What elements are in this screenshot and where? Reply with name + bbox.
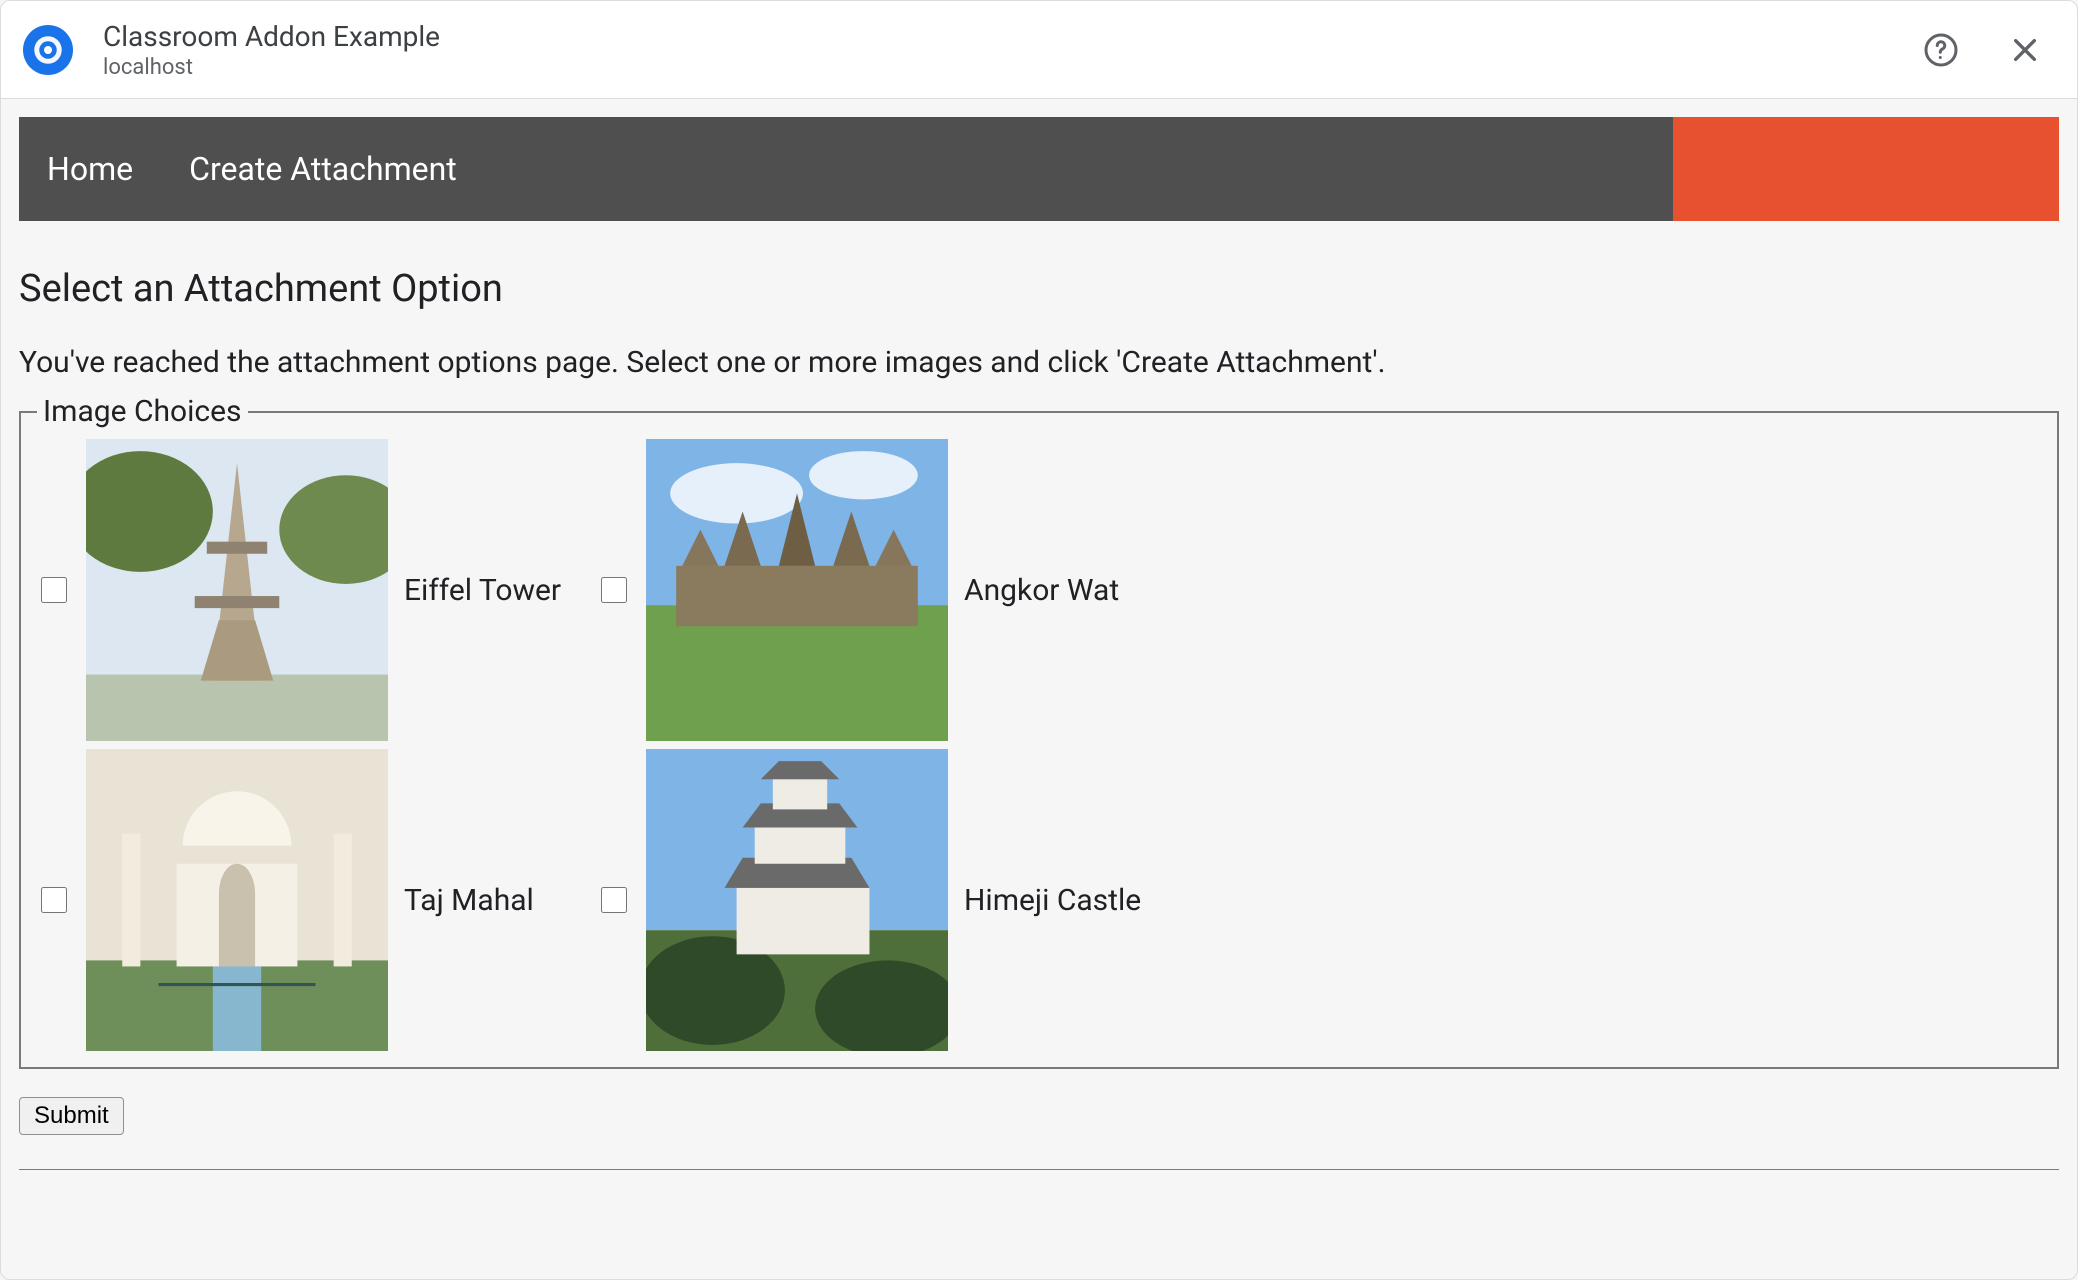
dialog-frame: Classroom Addon Example localhost Home C… bbox=[0, 0, 2078, 1280]
choice-thumbnail bbox=[86, 439, 388, 741]
dialog-subtitle: localhost bbox=[103, 55, 1881, 80]
dialog-body: Home Create Attachment Select an Attachm… bbox=[1, 99, 2077, 1198]
close-icon bbox=[2009, 34, 2041, 66]
header-titles: Classroom Addon Example localhost bbox=[103, 20, 1881, 80]
choice-angkor-wat: Angkor Wat bbox=[597, 439, 1157, 741]
taj-mahal-icon bbox=[86, 749, 388, 1051]
page-title: Select an Attachment Option bbox=[19, 267, 2059, 311]
choice-thumbnail bbox=[86, 749, 388, 1051]
choice-taj-mahal: Taj Mahal bbox=[37, 749, 597, 1051]
nav-accent bbox=[1673, 117, 2059, 221]
choice-checkbox[interactable] bbox=[601, 887, 627, 913]
submit-button[interactable]: Submit bbox=[19, 1097, 124, 1135]
nav-create-attachment[interactable]: Create Attachment bbox=[161, 117, 485, 221]
top-nav: Home Create Attachment bbox=[19, 117, 2059, 221]
help-button[interactable] bbox=[1917, 26, 1965, 74]
help-icon bbox=[1923, 32, 1959, 68]
fieldset-legend: Image Choices bbox=[37, 394, 248, 429]
choice-checkbox[interactable] bbox=[601, 577, 627, 603]
dialog-title: Classroom Addon Example bbox=[103, 20, 1881, 53]
close-button[interactable] bbox=[2001, 26, 2049, 74]
separator bbox=[19, 1169, 2059, 1170]
choice-checkbox[interactable] bbox=[41, 887, 67, 913]
choice-label: Himeji Castle bbox=[964, 883, 1141, 918]
angkor-wat-icon bbox=[646, 439, 948, 741]
choice-himeji-castle: Himeji Castle bbox=[597, 749, 1157, 1051]
image-choices-fieldset: Image Choices bbox=[19, 394, 2059, 1069]
himeji-castle-icon bbox=[646, 749, 948, 1051]
nav-spacer bbox=[485, 117, 1673, 221]
choice-label: Eiffel Tower bbox=[404, 573, 561, 608]
choice-checkbox[interactable] bbox=[41, 577, 67, 603]
nav-home[interactable]: Home bbox=[19, 117, 161, 221]
page-content: Select an Attachment Option You've reach… bbox=[19, 221, 2059, 1170]
choice-label: Angkor Wat bbox=[964, 573, 1119, 608]
dialog-header: Classroom Addon Example localhost bbox=[1, 1, 2077, 99]
app-icon bbox=[23, 25, 73, 75]
choices-grid: Eiffel Tower bbox=[37, 439, 2041, 1051]
choice-thumbnail bbox=[646, 439, 948, 741]
page-intro: You've reached the attachment options pa… bbox=[19, 345, 2059, 380]
choice-eiffel-tower: Eiffel Tower bbox=[37, 439, 597, 741]
choice-thumbnail bbox=[646, 749, 948, 1051]
eiffel-tower-icon bbox=[86, 439, 388, 741]
location-icon bbox=[33, 35, 63, 65]
choice-label: Taj Mahal bbox=[404, 883, 534, 918]
